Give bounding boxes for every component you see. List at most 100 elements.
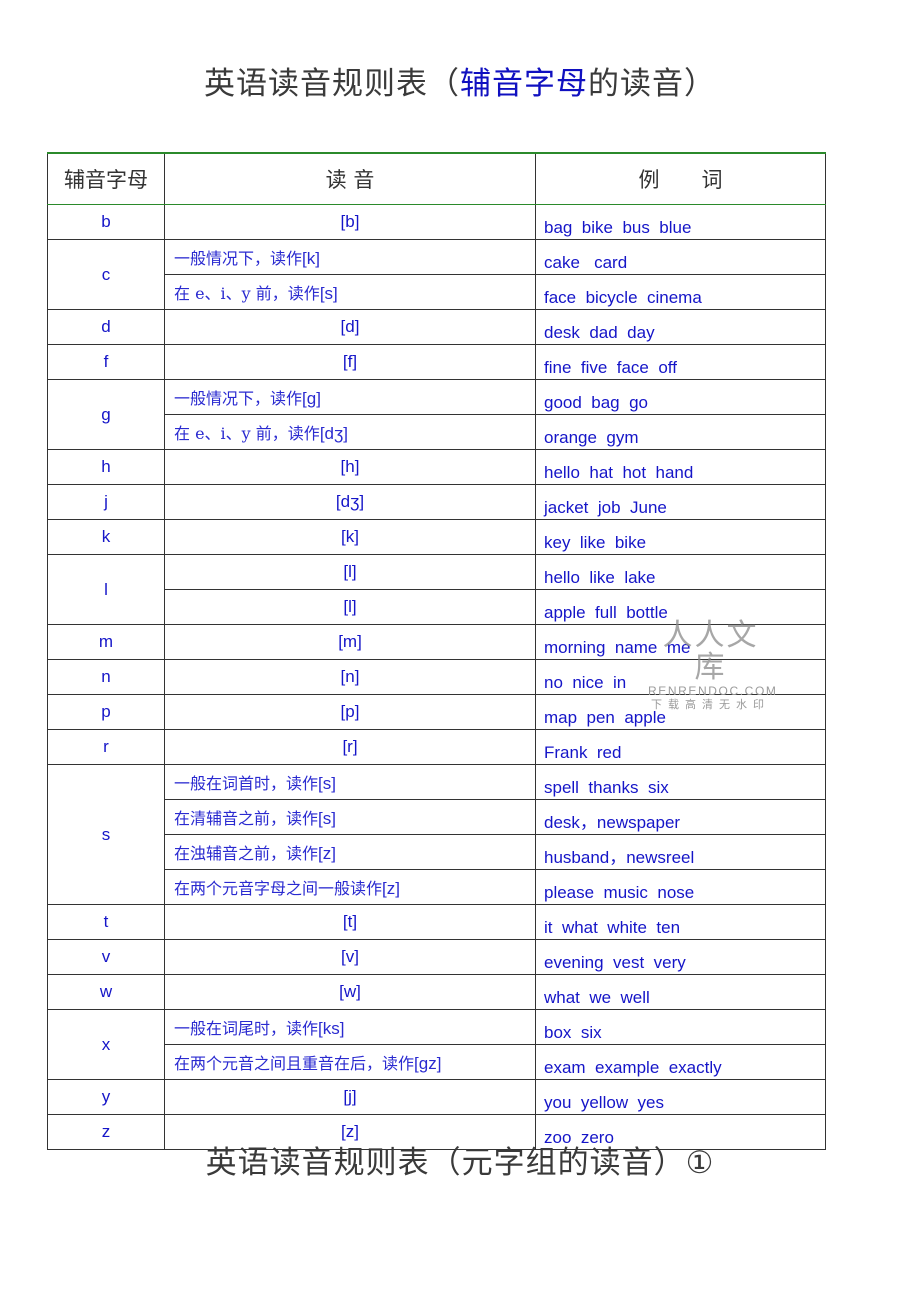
table-row: h [h] hello hat hot hand xyxy=(47,449,826,485)
example-words: box six xyxy=(544,1023,602,1042)
ipa-symbol: [s] xyxy=(318,809,336,828)
ipa-symbol: [dʒ] xyxy=(319,424,348,443)
consonant-letter: t xyxy=(47,904,165,940)
example-words-cell: husband，newsreel xyxy=(535,834,826,870)
consonant-letter: f xyxy=(47,344,165,380)
consonant-letter: y xyxy=(47,1079,165,1115)
example-words: Frank red xyxy=(544,743,622,762)
consonant-letter: h xyxy=(47,449,165,485)
example-words-cell: it what white ten xyxy=(535,904,826,940)
table-header-row: 辅音字母 读 音 例 词 xyxy=(47,152,826,205)
table-row: [l] apple full bottle xyxy=(48,589,826,625)
ipa-symbol: [v] xyxy=(164,939,536,975)
example-words: bag bike bus blue xyxy=(544,218,692,237)
example-words-cell: map pen apple xyxy=(535,694,826,730)
consonant-letter: r xyxy=(47,729,165,765)
example-words: map pen apple xyxy=(544,708,666,727)
example-words: hello like lake xyxy=(544,568,656,587)
example-words-cell: hello hat hot hand xyxy=(535,449,826,485)
ipa-symbol: [b] xyxy=(164,204,536,240)
table-row: y [j] you yellow yes xyxy=(47,1079,826,1115)
example-words-cell: face bicycle cinema xyxy=(535,274,826,310)
example-words-cell: key like bike xyxy=(535,519,826,555)
rule-text: 一般在词首时，读作 xyxy=(174,774,319,793)
table-row: p [p] map pen apple xyxy=(47,694,826,730)
ipa-symbol: [k] xyxy=(164,519,536,555)
ipa-symbol: [dʒ] xyxy=(164,484,536,520)
table-row: 在两个元音字母之间一般读作[z] please music nose xyxy=(48,869,826,905)
example-words: husband，newsreel xyxy=(544,848,695,867)
rule-text: 在 e、i、y 前，读作 xyxy=(174,284,320,303)
rule-text: 在两个元音之间且重音在后，读作 xyxy=(174,1054,415,1073)
ipa-symbol: [s] xyxy=(319,284,338,303)
table-row: r [r] Frank red xyxy=(47,729,826,765)
ipa-symbol: [l] xyxy=(164,554,536,590)
table-row: 在两个元音之间且重音在后，读作[gz] exam example exactly xyxy=(48,1044,826,1080)
example-words-cell: no nice in xyxy=(535,659,826,695)
pronunciation-rule: 在 e、i、y 前，读作[s] xyxy=(164,274,536,310)
example-words-cell: orange gym xyxy=(535,414,826,450)
pronunciation-rule: 在两个元音之间且重音在后，读作[gz] xyxy=(164,1044,536,1080)
example-words: what we well xyxy=(544,988,650,1007)
title-suffix: 的读音） xyxy=(588,66,716,102)
example-words-cell: spell thanks six xyxy=(535,764,826,800)
rule-text: 在清辅音之前，读作 xyxy=(174,809,319,828)
example-words: orange gym xyxy=(544,428,639,447)
rule-text: 一般情况下，读作 xyxy=(174,249,303,268)
ipa-symbol: [m] xyxy=(164,624,536,660)
example-words-cell: exam example exactly xyxy=(535,1044,826,1080)
example-words-cell: box six xyxy=(535,1009,826,1045)
example-words: desk，newspaper xyxy=(544,813,681,832)
page-title: 英语读音规则表（辅音字母的读音） xyxy=(0,58,920,103)
consonant-letter: l xyxy=(47,554,165,625)
example-words: fine five face off xyxy=(544,358,677,377)
ipa-symbol: [h] xyxy=(164,449,536,485)
ipa-symbol: [j] xyxy=(164,1079,536,1115)
example-words: evening vest very xyxy=(544,953,686,972)
example-words-cell: cake card xyxy=(535,239,826,275)
example-words: please music nose xyxy=(544,883,695,902)
pronunciation-rule: 一般在词尾时，读作[ks] xyxy=(164,1009,536,1045)
ipa-symbol: [g] xyxy=(302,389,321,408)
example-words: you yellow yes xyxy=(544,1093,664,1112)
table-row: g 一般情况下，读作[g] good bag go xyxy=(47,379,826,450)
example-words: good bag go xyxy=(544,393,648,412)
ipa-symbol: [ks] xyxy=(318,1019,345,1038)
table-row: 在 e、i、y 前，读作[s] face bicycle cinema xyxy=(48,274,826,310)
example-words: cake card xyxy=(544,253,628,272)
example-words: face bicycle cinema xyxy=(544,288,702,307)
pronunciation-rule: 一般情况下，读作[g] xyxy=(164,379,536,415)
ipa-symbol: [p] xyxy=(164,694,536,730)
example-words-cell: evening vest very xyxy=(535,939,826,975)
pronunciation-rule: 一般在词首时，读作[s] xyxy=(164,764,536,800)
rule-text: 在 e、i、y 前，读作 xyxy=(174,424,320,443)
example-words-cell: jacket job June xyxy=(535,484,826,520)
example-words-cell: fine five face off xyxy=(535,344,826,380)
ipa-symbol: [k] xyxy=(302,249,320,268)
ipa-symbol: [f] xyxy=(164,344,536,380)
table-row: t [t] it what white ten xyxy=(47,904,826,940)
example-words: jacket job June xyxy=(544,498,667,517)
rule-text: 在两个元音字母之间一般读作 xyxy=(174,879,383,898)
consonant-letter: b xyxy=(47,204,165,240)
ipa-symbol: [gz] xyxy=(414,1054,442,1073)
ipa-symbol: [d] xyxy=(164,309,536,345)
rule-text: 在浊辅音之前，读作 xyxy=(174,844,319,863)
pronunciation-rule: 在 e、i、y 前，读作[dʒ] xyxy=(164,414,536,450)
pronunciation-rule: 在清辅音之前，读作[s] xyxy=(164,799,536,835)
pronunciation-rule: 在浊辅音之前，读作[z] xyxy=(164,834,536,870)
table-row: s 一般在词首时，读作[s] spell thanks six xyxy=(47,764,826,905)
header-pronunciation: 读 音 xyxy=(164,152,536,205)
ipa-symbol: [s] xyxy=(318,774,336,793)
header-letter: 辅音字母 xyxy=(47,152,165,205)
example-words-cell: Frank red xyxy=(535,729,826,765)
consonant-letter: p xyxy=(47,694,165,730)
table-row: 在 e、i、y 前，读作[dʒ] orange gym xyxy=(48,414,826,450)
consonant-letter: g xyxy=(47,379,165,450)
consonant-letter: d xyxy=(47,309,165,345)
table-row: k [k] key like bike xyxy=(47,519,826,555)
example-words: desk dad day xyxy=(544,323,655,342)
example-words-cell: good bag go xyxy=(535,379,826,415)
example-words-cell: please music nose xyxy=(535,869,826,905)
consonant-letter: c xyxy=(47,239,165,310)
